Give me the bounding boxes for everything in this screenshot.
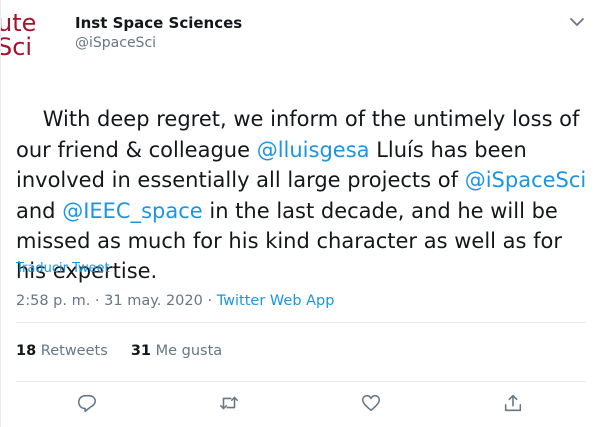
translate-tweet-link[interactable]: Traducir Tweet (16, 261, 110, 276)
avatar-text-line1: ute (1, 9, 37, 37)
reply-button[interactable] (74, 390, 100, 416)
retweets-stat[interactable]: 18 Retweets (16, 343, 108, 359)
heart-icon (361, 394, 381, 412)
divider (16, 381, 586, 382)
share-button[interactable] (500, 390, 526, 416)
avatar-text-line2: Sci (1, 33, 33, 58)
author-name[interactable]: Inst Space Sciences (75, 14, 242, 32)
meta-separator: · (202, 293, 217, 309)
engagement-stats: 18 Retweets 31 Me gusta (16, 343, 222, 359)
meta-separator: · (90, 293, 105, 309)
mention-link[interactable]: @iSpaceSci (465, 168, 587, 192)
likes-label: Me gusta (155, 343, 223, 359)
tweet-meta: 2:58 p. m. · 31 may. 2020 · Twitter Web … (16, 293, 334, 309)
like-button[interactable] (358, 390, 384, 416)
retweet-button[interactable] (216, 390, 242, 416)
author-handle[interactable]: @iSpaceSci (75, 35, 156, 51)
mention-link[interactable]: @lluisgesa (257, 138, 370, 162)
tweet-date[interactable]: 31 may. 2020 (104, 293, 203, 309)
tweet-time[interactable]: 2:58 p. m. (16, 293, 90, 309)
retweets-label: Retweets (40, 343, 108, 359)
retweet-icon (219, 396, 239, 410)
mention-link[interactable]: @IEEC_space (62, 199, 203, 223)
reply-icon (77, 394, 97, 413)
retweets-count: 18 (16, 343, 37, 359)
chevron-down-icon[interactable] (567, 14, 587, 30)
tweet-card: ute Sci Inst Space Sciences @iSpaceSci W… (0, 0, 599, 427)
likes-count: 31 (130, 343, 152, 359)
share-icon (504, 394, 522, 412)
source-app-link[interactable]: Twitter Web App (217, 293, 335, 309)
tweet-text: With deep regret, we inform of the untim… (16, 74, 588, 317)
likes-stat[interactable]: 31 Me gusta (131, 343, 222, 359)
divider (16, 322, 586, 323)
avatar[interactable]: ute Sci (1, 8, 65, 58)
